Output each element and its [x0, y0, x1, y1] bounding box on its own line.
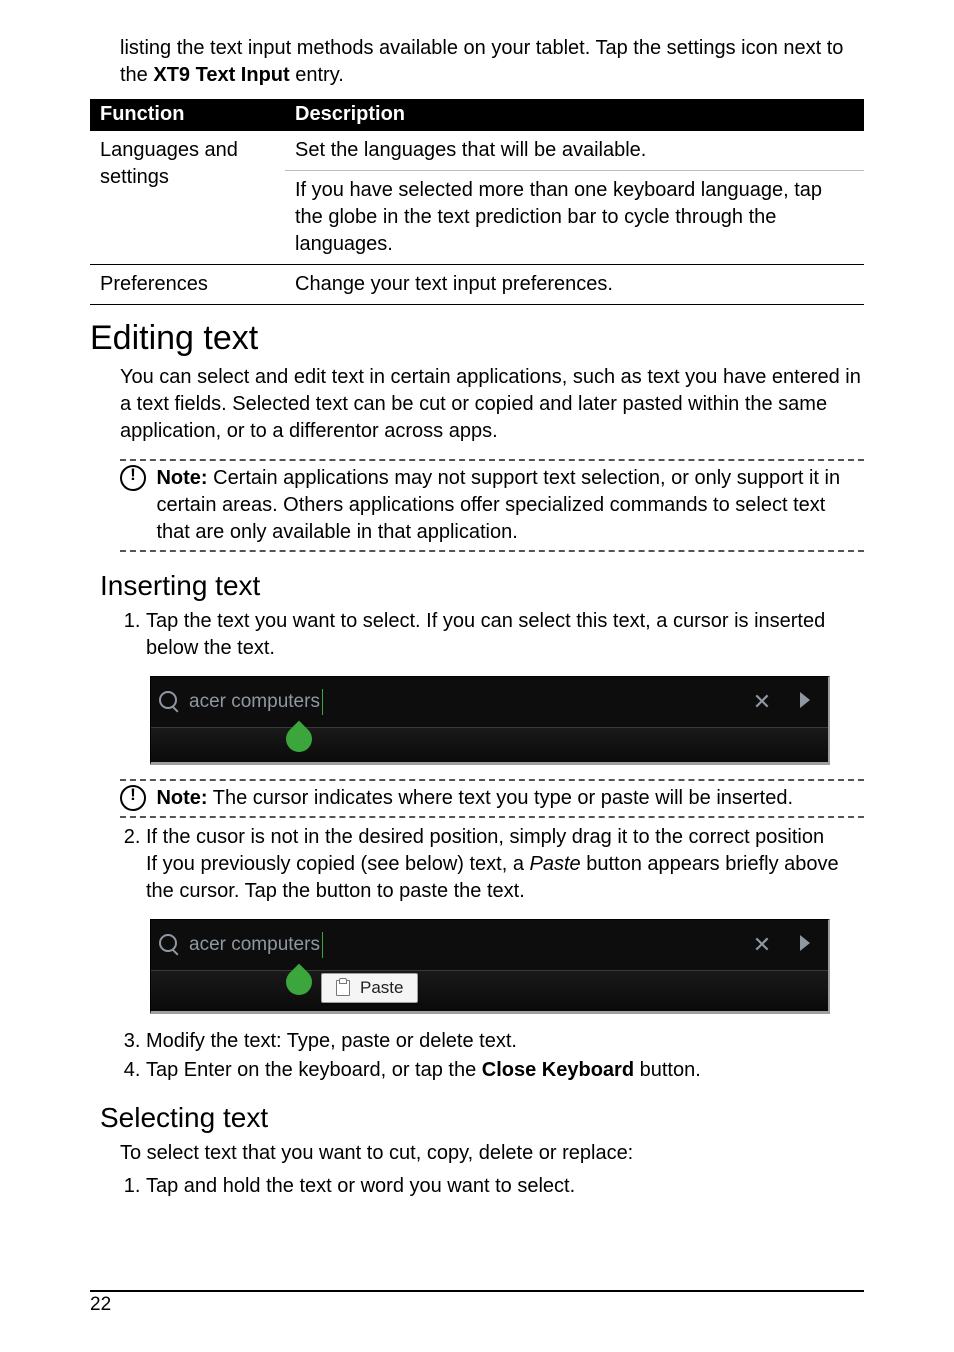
selecting-steps: Tap and hold the text or word you want t…: [120, 1173, 864, 1200]
paste-label: Paste: [360, 978, 403, 998]
clear-icon[interactable]: ✕: [742, 689, 782, 715]
clear-icon[interactable]: ✕: [742, 932, 782, 958]
page-number: 22: [90, 1294, 111, 1315]
text-cursor: [322, 932, 323, 958]
note-label: Note:: [156, 787, 207, 809]
table-cell-function-1: Languages and settings: [90, 131, 285, 265]
alert-icon: [120, 465, 146, 491]
inserting-steps-1: Tap the text you want to select. If you …: [120, 608, 864, 662]
search-icon[interactable]: [159, 934, 181, 956]
table-cell-desc-1a: Set the languages that will be available…: [285, 131, 864, 171]
submit-arrow-icon[interactable]: [790, 692, 820, 713]
table-cell-desc-2: Change your text input preferences.: [285, 265, 864, 305]
note-body-text: The cursor indicates where text you type…: [208, 787, 793, 809]
list-item: Tap and hold the text or word you want t…: [146, 1173, 864, 1200]
intro-paragraph: listing the text input methods available…: [120, 35, 864, 89]
submit-arrow-icon[interactable]: [790, 935, 820, 956]
function-table: Function Description Languages and setti…: [90, 99, 864, 305]
screenshot-search-2: acer computers ✕ Paste: [150, 919, 830, 1014]
heading-editing-text: Editing text: [90, 319, 864, 358]
page-footer: 22: [90, 1290, 864, 1316]
selecting-paragraph: To select text that you want to cut, cop…: [120, 1140, 864, 1167]
editing-paragraph: You can select and edit text in certain …: [120, 364, 864, 445]
list-item: Tap the text you want to select. If you …: [146, 608, 864, 662]
screenshot-search-1: acer computers ✕: [150, 676, 830, 765]
table-header-description: Description: [285, 99, 864, 131]
heading-selecting-text: Selecting text: [100, 1102, 864, 1134]
intro-bold-entry: XT9 Text Input: [153, 64, 289, 86]
search-icon[interactable]: [159, 691, 181, 713]
search-input[interactable]: acer computers: [189, 689, 323, 715]
table-cell-desc-1b: If you have selected more than one keybo…: [285, 171, 864, 265]
clipboard-icon: [336, 980, 350, 996]
note-label: Note:: [156, 467, 207, 489]
note-block-2: Note: The cursor indicates where text yo…: [120, 779, 864, 818]
text-cursor: [322, 689, 323, 715]
list-item: Tap Enter on the keyboard, or tap the Cl…: [146, 1057, 864, 1084]
table-header-function: Function: [90, 99, 285, 131]
search-input[interactable]: acer computers: [189, 932, 323, 958]
note-body-text: Certain applications may not support tex…: [156, 467, 840, 543]
intro-text-part2: entry.: [290, 64, 344, 86]
paste-button[interactable]: Paste: [321, 973, 418, 1003]
inserting-steps-2: If the cusor is not in the desired posit…: [120, 824, 864, 905]
list-item: Modify the text: Type, paste or delete t…: [146, 1028, 864, 1055]
alert-icon: [120, 785, 146, 811]
heading-inserting-text: Inserting text: [100, 570, 864, 602]
note-block-1: Note: Certain applications may not suppo…: [120, 459, 864, 552]
table-cell-function-2: Preferences: [90, 265, 285, 305]
list-item: If the cusor is not in the desired posit…: [146, 824, 864, 905]
inserting-steps-3: Modify the text: Type, paste or delete t…: [120, 1028, 864, 1084]
